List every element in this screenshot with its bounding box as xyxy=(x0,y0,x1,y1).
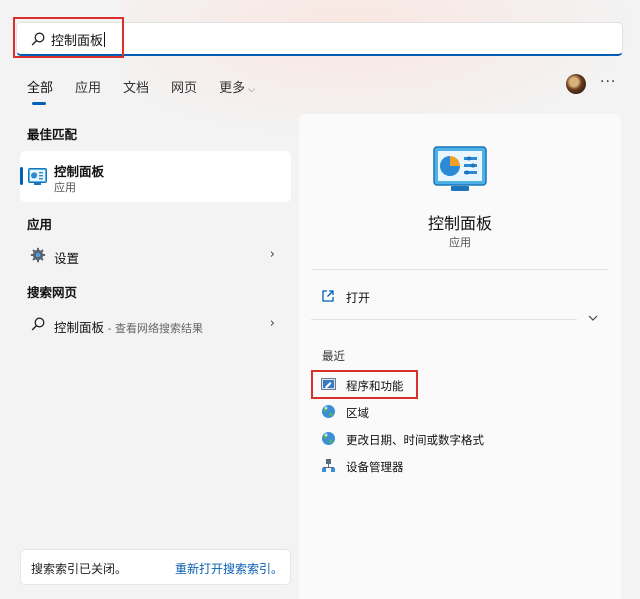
recent-item-date-format[interactable]: 更改日期、时间或数字格式 xyxy=(321,429,581,449)
tab-documents[interactable]: 文档 xyxy=(123,77,149,96)
annotation-highlight-box xyxy=(311,370,418,399)
tab-label: 文档 xyxy=(123,81,150,96)
selection-indicator xyxy=(20,167,23,185)
recent-item-region[interactable]: 区域 xyxy=(321,402,581,422)
search-index-status: 搜索索引已关闭。 重新打开搜索索引。 xyxy=(20,549,291,585)
status-message: 搜索索引已关闭。 xyxy=(31,562,128,576)
control-panel-icon xyxy=(433,146,487,191)
web-result-label: 控制面板 - 查看网络搜索结果 xyxy=(54,317,203,336)
more-options-button[interactable]: ··· xyxy=(600,74,616,90)
apps-heading: 应用 xyxy=(27,217,53,232)
filter-tabs: 全部 应用 文档 网页 更多 ⌵ xyxy=(27,77,277,105)
annotation-highlight-box xyxy=(13,17,124,58)
tab-label: 更多 xyxy=(219,81,246,96)
app-result-settings[interactable]: 设置 › xyxy=(20,240,291,270)
control-panel-icon xyxy=(28,168,47,185)
details-panel: 控制面板 应用 打开 最近 程序和功能 区域 更改日期、时间或数字格式 设备管理… xyxy=(299,114,621,599)
recent-item-label: 设备管理器 xyxy=(346,460,404,474)
web-result-hint: - 查看网络搜索结果 xyxy=(104,322,203,335)
globe-icon xyxy=(322,432,335,445)
chevron-right-icon: › xyxy=(269,316,275,331)
divider xyxy=(311,269,609,270)
best-match-type: 应用 xyxy=(54,181,76,194)
recent-heading: 最近 xyxy=(322,349,345,363)
best-match-heading: 最佳匹配 xyxy=(27,127,78,142)
reopen-index-link[interactable]: 重新打开搜索索引。 xyxy=(175,560,283,577)
avatar[interactable] xyxy=(566,74,586,94)
globe-icon xyxy=(322,405,335,418)
tab-more[interactable]: 更多 ⌵ xyxy=(219,77,255,96)
web-result-control-panel[interactable]: 控制面板 - 查看网络搜索结果 › xyxy=(20,309,291,339)
tab-all[interactable]: 全部 xyxy=(27,77,54,105)
app-type: 应用 xyxy=(449,236,471,249)
recent-item-label: 更改日期、时间或数字格式 xyxy=(346,433,484,447)
search-icon xyxy=(31,317,45,331)
tab-label: 网页 xyxy=(171,81,198,96)
best-match-card[interactable]: 控制面板 应用 xyxy=(20,151,291,202)
web-search-heading: 搜索网页 xyxy=(27,285,78,300)
tab-web[interactable]: 网页 xyxy=(171,77,197,96)
device-manager-icon xyxy=(322,459,335,472)
chevron-down-icon: ⌵ xyxy=(248,85,255,95)
chevron-right-icon: › xyxy=(269,247,275,262)
tab-apps[interactable]: 应用 xyxy=(75,77,101,96)
web-result-query: 控制面板 xyxy=(54,320,105,335)
app-title: 控制面板 xyxy=(427,214,492,233)
app-result-label: 设置 xyxy=(54,251,80,266)
open-action[interactable]: 打开 xyxy=(321,287,521,307)
tab-label: 应用 xyxy=(75,81,102,96)
tab-label: 全部 xyxy=(27,81,54,96)
gear-icon xyxy=(30,247,46,263)
open-external-icon xyxy=(322,290,334,302)
chevron-down-icon[interactable] xyxy=(587,312,599,324)
recent-item-label: 区域 xyxy=(346,406,369,420)
open-label: 打开 xyxy=(346,291,371,305)
divider xyxy=(311,319,577,320)
recent-item-device-manager[interactable]: 设备管理器 xyxy=(321,456,581,476)
best-match-name: 控制面板 xyxy=(54,164,105,179)
